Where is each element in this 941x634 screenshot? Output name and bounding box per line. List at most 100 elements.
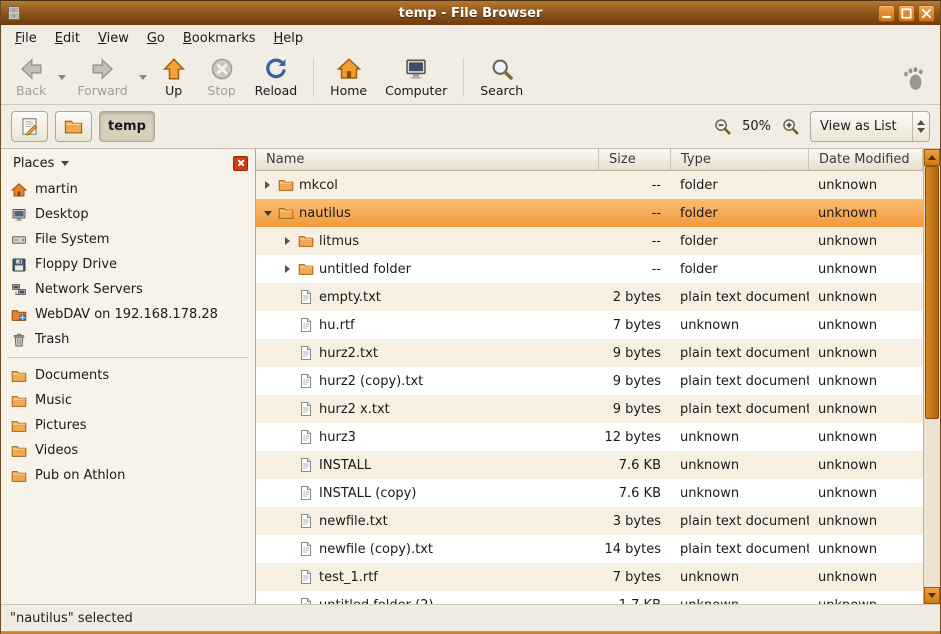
sidebar-item-trash[interactable]: Trash <box>1 327 255 352</box>
expander-icon[interactable] <box>264 180 273 190</box>
webdav-icon <box>11 307 27 323</box>
toolbar-back-dropdown[interactable] <box>55 53 68 102</box>
file-row-test-1-rtf[interactable]: test_1.rtf 7 bytes unknown unknown <box>256 563 923 591</box>
column-header-date-modified[interactable]: Date Modified <box>809 149 923 171</box>
file-type: plain text document <box>671 374 809 389</box>
zoom-out-button[interactable] <box>713 117 732 136</box>
file-row-untitled-folder[interactable]: untitled folder -- folder unknown <box>256 255 923 283</box>
file-row-newfile-txt[interactable]: newfile.txt 3 bytes plain text document … <box>256 507 923 535</box>
toolbar-forward-dropdown[interactable] <box>137 53 150 102</box>
home-icon <box>337 57 361 81</box>
root-path-button[interactable] <box>55 111 92 142</box>
sidebar-item-desktop[interactable]: Desktop <box>1 202 255 227</box>
file-size: 2 bytes <box>599 290 671 305</box>
column-header-name[interactable]: Name <box>256 149 599 171</box>
folder-icon <box>298 261 314 277</box>
file-row-hurz3[interactable]: hurz3 12 bytes unknown unknown <box>256 423 923 451</box>
sidebar-item-label: Trash <box>35 332 69 347</box>
trash-icon <box>11 332 27 348</box>
sidebar-item-floppy-drive[interactable]: Floppy Drive <box>1 252 255 277</box>
expander-icon[interactable] <box>264 208 273 218</box>
toolbar-reload-button[interactable]: Reload <box>246 53 307 102</box>
sidebar-item-network-servers[interactable]: Network Servers <box>1 277 255 302</box>
menu-bookmarks[interactable]: Bookmarks <box>174 27 265 50</box>
scroll-up-icon[interactable] <box>924 149 940 166</box>
sidebar-item-videos[interactable]: Videos <box>1 438 255 463</box>
file-modified: unknown <box>809 206 923 221</box>
sidebar-separator <box>7 357 249 358</box>
file-row-newfile-copy-txt[interactable]: newfile (copy).txt 14 bytes plain text d… <box>256 535 923 563</box>
sidebar-item-music[interactable]: Music <box>1 388 255 413</box>
zoom-in-button[interactable] <box>781 117 800 136</box>
menu-file[interactable]: File <box>6 27 46 50</box>
maximize-button[interactable] <box>898 5 915 22</box>
places-selector[interactable]: Places <box>8 154 74 173</box>
file-row-hurz2-copy-txt[interactable]: hurz2 (copy).txt 9 bytes plain text docu… <box>256 367 923 395</box>
desktop-icon <box>11 207 27 223</box>
sidebar-item-label: Videos <box>35 443 78 458</box>
file-row-hu-rtf[interactable]: hu.rtf 7 bytes unknown unknown <box>256 311 923 339</box>
menu-edit[interactable]: Edit <box>46 27 89 50</box>
menu-go[interactable]: Go <box>138 27 174 50</box>
file-size: 14 bytes <box>599 542 671 557</box>
sidebar-item-file-system[interactable]: File System <box>1 227 255 252</box>
file-row-mkcol[interactable]: mkcol -- folder unknown <box>256 171 923 199</box>
file-name: INSTALL <box>319 458 371 473</box>
toolbar-search-button[interactable]: Search <box>471 53 532 102</box>
sidebar-item-label: WebDAV on 192.168.178.28 <box>35 307 218 322</box>
file-name: hurz2 (copy).txt <box>319 374 423 389</box>
chevron-down-icon <box>139 75 147 80</box>
file-name: newfile (copy).txt <box>319 542 433 557</box>
toolbar-back-button[interactable]: Back <box>7 53 55 102</box>
file-row-litmus[interactable]: litmus -- folder unknown <box>256 227 923 255</box>
vertical-scrollbar[interactable] <box>923 149 940 604</box>
file-icon <box>298 345 314 361</box>
file-row-empty-txt[interactable]: empty.txt 2 bytes plain text document un… <box>256 283 923 311</box>
scrollbar-track[interactable] <box>924 166 940 587</box>
toolbar-computer-button[interactable]: Computer <box>376 53 456 102</box>
toolbar-stop-button[interactable]: Stop <box>198 53 246 102</box>
toolbar-home-button[interactable]: Home <box>321 53 376 102</box>
menu-help[interactable]: Help <box>265 27 313 50</box>
expander-icon[interactable] <box>284 264 293 274</box>
file-row-nautilus[interactable]: nautilus -- folder unknown <box>256 199 923 227</box>
zoom-level: 50% <box>742 119 771 134</box>
toolbar-up-button[interactable]: Up <box>150 53 198 102</box>
sidebar-item-martin[interactable]: martin <box>1 177 255 202</box>
file-row-untitled-folder-2[interactable]: untitled folder (2) 1.7 KB unknown unkno… <box>256 591 923 604</box>
toolbar-back-label: Back <box>16 83 46 98</box>
edit-location-button[interactable] <box>11 111 48 142</box>
expander-icon[interactable] <box>284 236 293 246</box>
file-row-hurz2-txt[interactable]: hurz2.txt 9 bytes plain text document un… <box>256 339 923 367</box>
current-path-button[interactable]: temp <box>99 111 155 142</box>
column-header-type[interactable]: Type <box>671 149 809 171</box>
file-modified: unknown <box>809 234 923 249</box>
file-row-install[interactable]: INSTALL 7.6 KB unknown unknown <box>256 451 923 479</box>
view-mode-select[interactable]: View as List <box>810 111 930 142</box>
column-header-size[interactable]: Size <box>599 149 671 171</box>
file-size: 9 bytes <box>599 374 671 389</box>
titlebar[interactable]: temp - File Browser <box>1 1 940 25</box>
file-size: -- <box>599 234 671 249</box>
file-row-install-copy[interactable]: INSTALL (copy) 7.6 KB unknown unknown <box>256 479 923 507</box>
sidebar-item-documents[interactable]: Documents <box>1 363 255 388</box>
sidebar-item-pub-on-athlon[interactable]: Pub on Athlon <box>1 463 255 488</box>
zoom-in-icon <box>781 117 800 136</box>
file-row-hurz2-x-txt[interactable]: hurz2 x.txt 9 bytes plain text document … <box>256 395 923 423</box>
minimize-button[interactable] <box>878 5 895 22</box>
column-label: Type <box>681 152 711 167</box>
file-size: -- <box>599 206 671 221</box>
sidebar-item-pictures[interactable]: Pictures <box>1 413 255 438</box>
toolbar-separator <box>313 58 314 97</box>
scroll-down-icon[interactable] <box>924 587 940 604</box>
sidebar-close-icon[interactable] <box>233 156 248 171</box>
file-modified: unknown <box>809 458 923 473</box>
location-bar: temp 50% View as List <box>1 105 940 149</box>
sidebar-item-webdav-on-192-168-178-28[interactable]: WebDAV on 192.168.178.28 <box>1 302 255 327</box>
toolbar-forward-button[interactable]: Forward <box>68 53 136 102</box>
toolbar-stop-label: Stop <box>207 83 235 98</box>
scrollbar-thumb[interactable] <box>925 166 939 419</box>
file-modified: unknown <box>809 178 923 193</box>
close-button[interactable] <box>918 5 935 22</box>
menu-view[interactable]: View <box>89 27 138 50</box>
